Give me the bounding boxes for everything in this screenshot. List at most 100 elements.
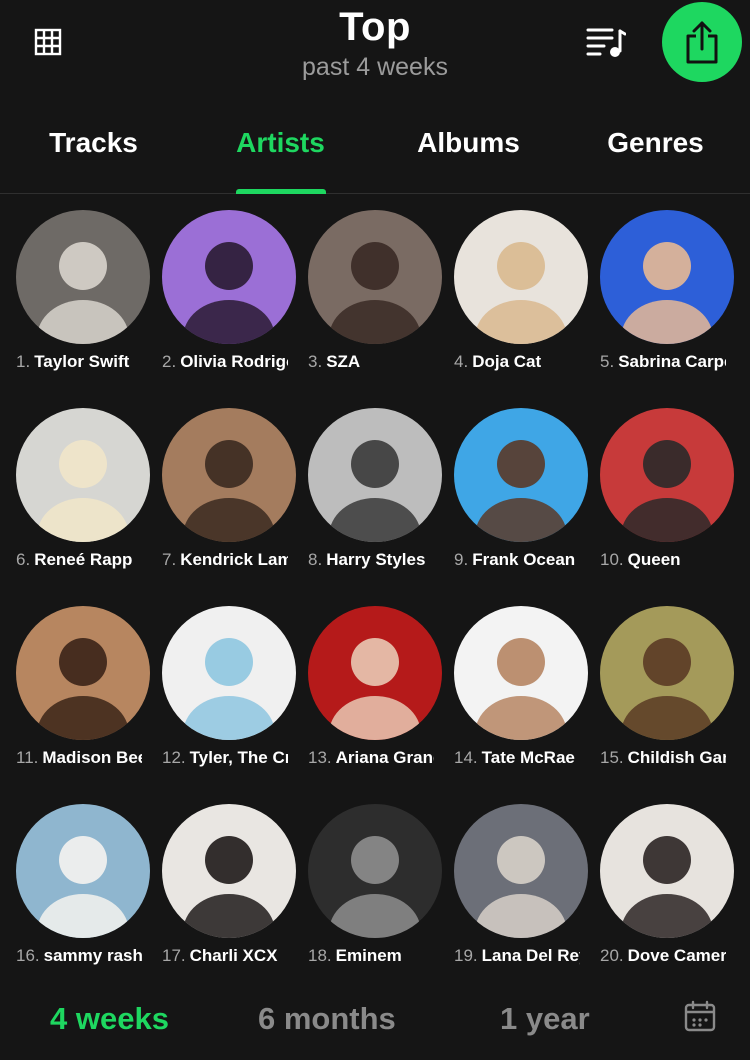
artist-name: Ariana Grande xyxy=(335,748,434,767)
artist-item[interactable]: 16. sammy rash xyxy=(16,788,162,986)
artist-item[interactable]: 10. Queen xyxy=(600,392,746,590)
artist-avatar xyxy=(308,408,442,542)
queue-button[interactable] xyxy=(584,22,628,62)
artist-label: 6. Reneé Rapp xyxy=(16,548,142,572)
artist-item[interactable]: 17. Charli XCX xyxy=(162,788,308,986)
artist-item[interactable]: 6. Reneé Rapp xyxy=(16,392,162,590)
artist-name: Olivia Rodrigo xyxy=(180,352,288,371)
range-6-months[interactable]: 6 months xyxy=(258,994,396,1044)
artist-item[interactable]: 4. Doja Cat xyxy=(454,194,600,392)
artist-rank: 4. xyxy=(454,352,469,371)
artist-rank: 3. xyxy=(308,352,323,371)
artist-label: 12.Tyler, The Creator xyxy=(162,746,288,770)
artist-avatar xyxy=(162,804,296,938)
artist-name: Taylor Swift xyxy=(34,352,130,371)
artist-avatar xyxy=(16,408,150,542)
artist-avatar xyxy=(308,210,442,344)
artist-avatar xyxy=(16,210,150,344)
artist-item[interactable]: 12.Tyler, The Creator xyxy=(162,590,308,788)
artist-label: 15.Childish Gambino xyxy=(600,746,726,770)
custom-range-button[interactable] xyxy=(682,998,718,1034)
artist-rank: 19. xyxy=(454,946,478,965)
artist-label: 4. Doja Cat xyxy=(454,350,580,374)
tab-genres[interactable]: Genres xyxy=(562,112,749,194)
tab-albums[interactable]: Albums xyxy=(375,112,562,194)
artist-name: Tate McRae xyxy=(481,748,575,767)
artist-avatar xyxy=(162,606,296,740)
artist-rank: 11. xyxy=(16,748,39,767)
artist-rank: 18. xyxy=(308,946,332,965)
artist-name: Childish Gambino xyxy=(627,748,726,767)
artist-label: 17. Charli XCX xyxy=(162,944,288,968)
artist-avatar xyxy=(308,804,442,938)
artist-label: 20.Dove Cameron xyxy=(600,944,726,968)
artist-name: Charli XCX xyxy=(189,946,278,965)
artist-name: Reneé Rapp xyxy=(34,550,133,569)
app-screen: Top past 4 weeks Tracks Artists Albums G… xyxy=(0,0,750,1060)
artist-item[interactable]: 7.Kendrick Lamar xyxy=(162,392,308,590)
artist-name: Doja Cat xyxy=(472,352,542,371)
artist-rank: 7. xyxy=(162,550,177,569)
artist-avatar xyxy=(16,606,150,740)
artist-name: Tyler, The Creator xyxy=(189,748,288,767)
artist-rank: 10. xyxy=(600,550,624,569)
tab-label: Artists xyxy=(236,127,325,158)
artist-rank: 20. xyxy=(600,946,624,965)
artist-item[interactable]: 14. Tate McRae xyxy=(454,590,600,788)
artist-name: sammy rash xyxy=(43,946,142,965)
artist-item[interactable]: 13.Ariana Grande xyxy=(308,590,454,788)
artist-item[interactable]: 9. Frank Ocean xyxy=(454,392,600,590)
title-block: Top past 4 weeks xyxy=(0,4,750,82)
artist-rank: 1. xyxy=(16,352,31,371)
artist-item[interactable]: 18. Eminem xyxy=(308,788,454,986)
share-button[interactable] xyxy=(662,2,742,82)
artist-label: 11.Madison Beer xyxy=(16,746,142,770)
artist-name: Eminem xyxy=(335,946,402,965)
range-4-weeks[interactable]: 4 weeks xyxy=(50,994,169,1044)
artist-avatar xyxy=(454,606,588,740)
artist-label: 16. sammy rash xyxy=(16,944,142,968)
artist-avatar xyxy=(600,210,734,344)
artist-item[interactable]: 3. SZA xyxy=(308,194,454,392)
share-icon xyxy=(686,21,718,64)
artist-label: 13.Ariana Grande xyxy=(308,746,434,770)
artist-rank: 17. xyxy=(162,946,186,965)
artist-item[interactable]: 15.Childish Gambino xyxy=(600,590,746,788)
artist-rank: 15. xyxy=(600,748,624,767)
artist-item[interactable]: 11.Madison Beer xyxy=(16,590,162,788)
artist-item[interactable]: 19. Lana Del Rey xyxy=(454,788,600,986)
artist-label: 9. Frank Ocean xyxy=(454,548,580,572)
artist-name: Queen xyxy=(627,550,681,569)
artist-avatar xyxy=(162,408,296,542)
artist-item[interactable]: 20.Dove Cameron xyxy=(600,788,746,986)
artist-label: 14. Tate McRae xyxy=(454,746,580,770)
artist-name: Lana Del Rey xyxy=(481,946,580,965)
artist-label: 5.Sabrina Carpenter xyxy=(600,350,726,374)
artist-avatar xyxy=(454,408,588,542)
artist-name: Sabrina Carpenter xyxy=(618,352,726,371)
artist-name: Madison Beer xyxy=(42,748,142,767)
artist-avatar xyxy=(308,606,442,740)
tab-label: Albums xyxy=(417,127,520,158)
artist-item[interactable]: 2. Olivia Rodrigo xyxy=(162,194,308,392)
artist-label: 2. Olivia Rodrigo xyxy=(162,350,288,374)
artist-rank: 6. xyxy=(16,550,31,569)
artist-label: 18. Eminem xyxy=(308,944,434,968)
artist-label: 1. Taylor Swift xyxy=(16,350,142,374)
artist-name: SZA xyxy=(326,352,361,371)
range-1-year[interactable]: 1 year xyxy=(500,994,590,1044)
artist-rank: 5. xyxy=(600,352,615,371)
time-range-bar: 4 weeks 6 months 1 year xyxy=(0,984,750,1060)
artist-item[interactable]: 5.Sabrina Carpenter xyxy=(600,194,746,392)
tab-artists[interactable]: Artists xyxy=(187,112,374,194)
artist-name: Harry Styles xyxy=(326,550,426,569)
artist-rank: 16. xyxy=(16,946,40,965)
artist-label: 19. Lana Del Rey xyxy=(454,944,580,968)
artist-name: Dove Cameron xyxy=(627,946,726,965)
artist-item[interactable]: 1. Taylor Swift xyxy=(16,194,162,392)
tab-tracks[interactable]: Tracks xyxy=(0,112,187,194)
artist-avatar xyxy=(16,804,150,938)
artist-item[interactable]: 8. Harry Styles xyxy=(308,392,454,590)
artist-rank: 12. xyxy=(162,748,186,767)
queue-music-icon xyxy=(586,28,626,57)
